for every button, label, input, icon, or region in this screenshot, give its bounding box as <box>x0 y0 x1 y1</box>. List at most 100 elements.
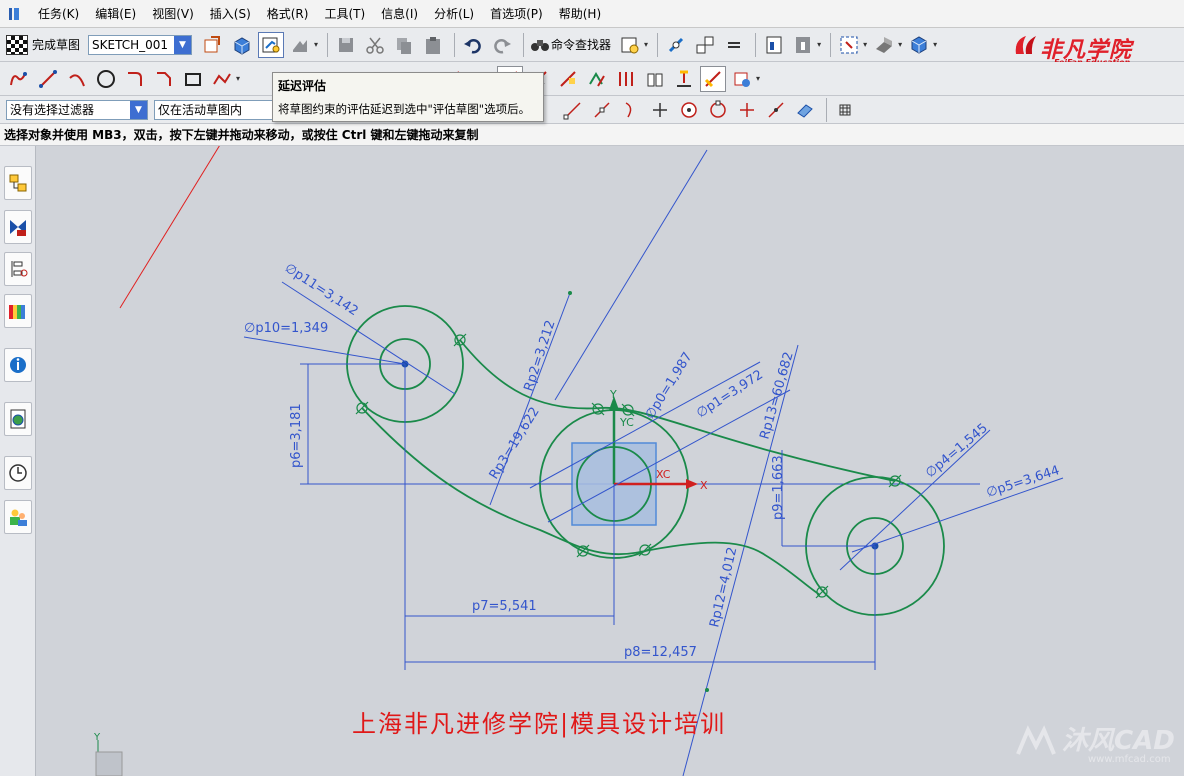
sketch-relations-button[interactable] <box>729 66 755 92</box>
reuse-library-button[interactable] <box>4 294 32 328</box>
info-button[interactable] <box>790 32 816 58</box>
part-navigator-button[interactable] <box>4 252 32 286</box>
chevron-down-icon[interactable]: ▼ <box>174 35 192 54</box>
continuous-auto-dim-button[interactable] <box>700 65 727 92</box>
polyline-icon <box>213 72 231 85</box>
assembly-navigator-button[interactable] <box>4 166 32 200</box>
dim-p8[interactable]: p8=12,457 <box>624 645 697 660</box>
quadrant-icon <box>710 100 726 118</box>
sketch-name-select[interactable]: SKETCH_001 ▼ <box>88 34 193 55</box>
view-orient-button[interactable] <box>906 32 932 58</box>
control-point-snap-button[interactable] <box>618 97 644 123</box>
render-style-button[interactable] <box>871 32 897 58</box>
annotation-arrow-line <box>119 146 220 309</box>
chamfer-button[interactable] <box>151 66 177 92</box>
watermark-url: www.mfcad.com <box>1088 754 1171 765</box>
reattach-button[interactable] <box>229 32 255 58</box>
menu-tools[interactable]: 工具(T) <box>316 5 373 22</box>
menu-format[interactable]: 格式(R) <box>259 5 317 22</box>
rectangle-button[interactable] <box>180 66 206 92</box>
history-button[interactable] <box>4 456 32 490</box>
dim-p12[interactable]: Rp12=4,012 <box>707 546 740 629</box>
create-inferred-button[interactable] <box>671 66 697 92</box>
sketch-drawing[interactable]: Y YC XC X ∅p11=3,142 ∅p10=1,349 Rp2=3,21… <box>36 146 1184 776</box>
sketch-point[interactable] <box>705 688 709 692</box>
copy-button[interactable] <box>391 32 417 58</box>
paste-button[interactable] <box>420 32 446 58</box>
infer-constraints-button[interactable] <box>642 66 668 92</box>
end-point-snap-button[interactable] <box>560 97 586 123</box>
menu-edit[interactable]: 编辑(E) <box>87 5 144 22</box>
snap-settings-button[interactable] <box>832 97 858 123</box>
dim-p7[interactable]: p7=5,541 <box>472 599 537 614</box>
convert-reference-button[interactable] <box>584 66 610 92</box>
chamfer-icon <box>157 71 171 86</box>
roles-button[interactable] <box>4 500 32 534</box>
orient-to-sketch-button[interactable] <box>200 32 226 58</box>
arc-button[interactable] <box>64 66 90 92</box>
web-browser-button[interactable] <box>4 402 32 436</box>
menu-view[interactable]: 视图(V) <box>144 5 202 22</box>
rectangle-icon <box>185 72 201 86</box>
point-on-surface-snap-button[interactable] <box>792 97 818 123</box>
delay-evaluation-button[interactable] <box>258 31 285 58</box>
scope-filter-select[interactable]: 仅在活动草图内 <box>154 99 284 120</box>
constraint-icon <box>669 37 684 52</box>
circle-button[interactable] <box>93 66 119 92</box>
mfcad-watermark: 沐风CAD www.mfcad.com <box>1016 720 1182 772</box>
save-button[interactable] <box>333 32 359 58</box>
fillet-button[interactable] <box>122 66 148 92</box>
transform-button[interactable] <box>692 32 718 58</box>
quadrant-snap-button[interactable] <box>705 97 731 123</box>
dim-p1[interactable]: ∅p1=3,972 <box>694 367 766 421</box>
menu-task[interactable]: 任务(K) <box>30 5 87 22</box>
dim-p2[interactable]: Rp2=3,212 <box>522 319 559 394</box>
profile-button[interactable] <box>6 66 32 92</box>
dim-p4[interactable]: ∅p4=1,545 <box>923 421 991 481</box>
profile-icon <box>10 71 27 85</box>
dim-p6[interactable]: p6=3,181 <box>289 403 304 468</box>
polyline-button[interactable] <box>209 66 235 92</box>
dim-p13[interactable]: Rp13=60,682 <box>757 350 796 441</box>
sketch-settings-button[interactable] <box>617 32 643 58</box>
animate-dimension-button[interactable] <box>555 66 581 92</box>
alternate-solution-button[interactable] <box>613 66 639 92</box>
cut-button[interactable] <box>362 32 388 58</box>
dim-p3[interactable]: Rp3=19,622 <box>487 405 543 482</box>
type-filter-select[interactable]: 没有选择过滤器 ▼ <box>6 99 148 120</box>
redo-button[interactable] <box>489 32 515 58</box>
menu-preferences[interactable]: 首选项(P) <box>482 5 551 22</box>
equal-button[interactable] <box>721 32 747 58</box>
menu-insert[interactable]: 插入(S) <box>202 5 259 22</box>
undo-button[interactable] <box>460 32 486 58</box>
feifan-logo: 非凡学院 FeiFan Education <box>1010 30 1160 67</box>
equal-icon <box>728 41 741 48</box>
menu-help[interactable]: 帮助(H) <box>551 5 609 22</box>
existing-point-snap-button[interactable] <box>734 97 760 123</box>
intersection-snap-button[interactable] <box>647 97 673 123</box>
app-icon[interactable] <box>6 6 22 22</box>
dim-p5[interactable]: ∅p5=3,644 <box>985 463 1062 501</box>
sketch-constraints-button[interactable] <box>663 32 689 58</box>
command-finder-button[interactable]: 命令查找器 <box>529 34 611 56</box>
mid-point-snap-button[interactable] <box>589 97 615 123</box>
object-info-button[interactable] <box>761 32 787 58</box>
selection-bar: 没有选择过滤器 ▼ 仅在活动草图内 <box>0 96 1184 124</box>
sketch-point[interactable] <box>568 291 572 295</box>
finish-sketch-button[interactable]: 完成草图 <box>6 34 80 55</box>
graphics-window[interactable]: Y YC XC X ∅p11=3,142 ∅p10=1,349 Rp2=3,21… <box>36 146 1184 776</box>
center-snap-button[interactable] <box>676 97 702 123</box>
tooltip-title: 延迟评估 <box>278 79 327 93</box>
constraint-navigator-button[interactable] <box>4 210 32 244</box>
chevron-down-icon[interactable]: ▼ <box>130 100 147 119</box>
dim-p10[interactable]: ∅p10=1,349 <box>244 321 328 336</box>
menu-info[interactable]: 信息(I) <box>373 5 426 22</box>
line-button[interactable] <box>35 66 61 92</box>
point-on-curve-snap-button[interactable] <box>763 97 789 123</box>
menu-analysis[interactable]: 分析(L) <box>426 5 482 22</box>
hd3d-tools-button[interactable] <box>4 348 32 382</box>
evaluate-sketch-button[interactable] <box>287 32 313 58</box>
command-finder-label: 命令查找器 <box>551 38 612 52</box>
fit-view-button[interactable] <box>836 32 862 58</box>
dim-p9[interactable]: p9=1,663 <box>771 455 786 520</box>
